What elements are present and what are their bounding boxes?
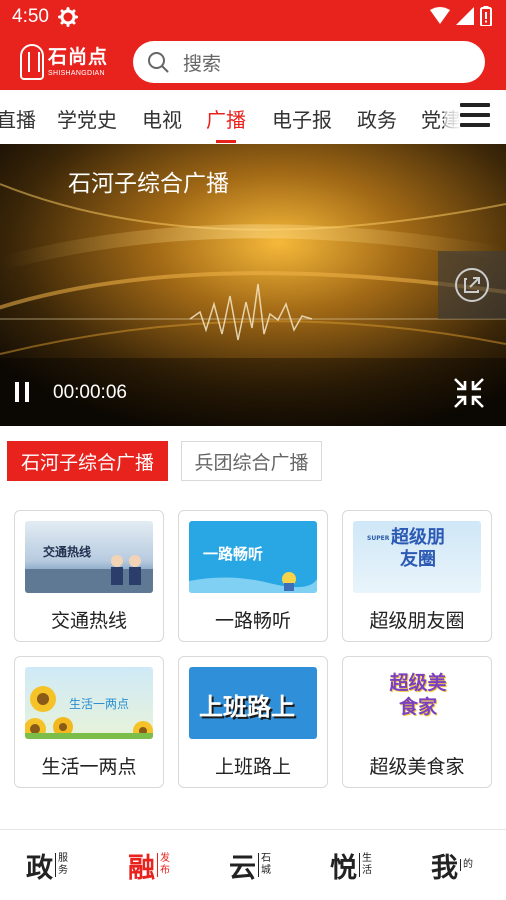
logo-name: 石尚点 — [48, 45, 109, 68]
nav-lifestyle[interactable]: 悦 生活 — [330, 848, 372, 884]
share-button[interactable] — [438, 251, 506, 319]
bottom-navigation: 政 服务 融 发布 云 石城 悦 生活 我 的 — [0, 829, 506, 900]
channel-chip-bingtuan[interactable]: 兵团综合广播 — [181, 441, 322, 481]
tab-government[interactable]: 政务 — [357, 104, 397, 133]
search-input[interactable]: 搜索 — [133, 41, 485, 83]
playback-time: 00:00:06 — [53, 382, 127, 403]
program-thumbnail: 上班路上 — [189, 667, 317, 739]
logo-mark-icon — [20, 44, 44, 80]
battery-icon — [480, 6, 492, 26]
nav-mine[interactable]: 我 的 — [431, 848, 473, 884]
channel-chip-shihezi[interactable]: 石河子综合广播 — [7, 441, 168, 481]
program-thumbnail: 交通热线 — [25, 521, 153, 593]
wifi-icon — [430, 7, 450, 24]
share-icon — [455, 268, 489, 302]
program-label: 超级朋友圈 — [369, 610, 465, 632]
program-thumbnail: 一路畅听 — [189, 521, 317, 593]
status-bar: 4:50 — [0, 0, 506, 34]
player-title: 石河子综合广播 — [68, 171, 229, 197]
cell-signal-icon — [456, 7, 474, 25]
pause-icon[interactable] — [14, 382, 30, 402]
player-controls: 00:00:06 — [0, 358, 506, 426]
status-icons — [430, 6, 492, 26]
program-thumbnail: 超级美食家 — [353, 667, 481, 739]
program-card-life-moments[interactable]: 生活一两点 生活一两点 — [14, 656, 164, 788]
status-time: 4:50 — [12, 6, 49, 27]
program-card-traffic-hotline[interactable]: 交通热线 交通热线 — [14, 510, 164, 642]
program-label: 一路畅听 — [214, 610, 291, 632]
program-card-super-foodie[interactable]: 超级美食家 超级美食家 — [342, 656, 492, 788]
exit-fullscreen-icon[interactable] — [452, 376, 486, 410]
nav-cloud-city[interactable]: 云 石城 — [229, 848, 271, 884]
tab-menu-icon[interactable] — [460, 101, 490, 129]
program-thumbnail: SUPER 超级朋友圈 — [353, 521, 481, 593]
nav-services[interactable]: 政 服务 — [26, 848, 68, 884]
active-tab-indicator — [216, 140, 236, 143]
tab-tv[interactable]: 电视 — [142, 104, 182, 133]
app-logo[interactable]: 石尚点 SHISHANGDIAN — [20, 42, 120, 82]
tab-live[interactable]: 直播 — [0, 104, 36, 133]
program-label: 交通热线 — [50, 610, 127, 632]
program-label: 超级美食家 — [369, 756, 465, 778]
program-label: 生活一两点 — [41, 756, 137, 778]
category-tabs: 直播 学党史 电视 广播 电子报 政务 党建 — [0, 90, 506, 144]
tab-radio[interactable]: 广播 — [206, 104, 246, 133]
nav-media-release[interactable]: 融 发布 — [128, 848, 170, 884]
app-bar: 石尚点 SHISHANGDIAN 搜索 — [0, 34, 506, 90]
logo-subtitle: SHISHANGDIAN — [48, 69, 105, 77]
settings-gear-icon — [58, 7, 78, 27]
tab-party-history[interactable]: 学党史 — [57, 104, 117, 133]
program-card-super-friends[interactable]: SUPER 超级朋友圈 超级朋友圈 — [342, 510, 492, 642]
tab-e-paper[interactable]: 电子报 — [272, 104, 332, 133]
program-thumbnail: 生活一两点 — [25, 667, 153, 739]
search-placeholder: 搜索 — [183, 52, 222, 75]
program-card-on-the-way-to-work[interactable]: 上班路上 上班路上 — [178, 656, 328, 788]
app-header: 4:50 石尚点 SHISHANGDIAN 搜索 — [0, 0, 506, 90]
radio-player[interactable]: 石河子综合广播 00:00:06 — [0, 144, 506, 426]
program-label: 上班路上 — [214, 756, 291, 778]
search-icon — [148, 52, 169, 73]
program-card-listen-along[interactable]: 一路畅听 一路畅听 — [178, 510, 328, 642]
